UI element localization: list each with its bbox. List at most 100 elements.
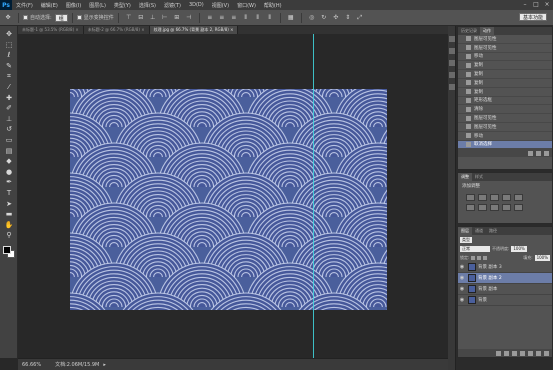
3d-rotate-icon[interactable]: ↻ bbox=[320, 14, 328, 22]
new-layer-icon[interactable] bbox=[536, 350, 541, 356]
align-middle-icon[interactable]: ⊟ bbox=[137, 14, 145, 22]
character-panel-icon[interactable] bbox=[449, 60, 455, 66]
auto-select-checkbox[interactable] bbox=[23, 15, 28, 20]
path-select-icon[interactable]: ➤ bbox=[4, 200, 14, 208]
layer-filter-dropdown[interactable]: 类型 bbox=[460, 236, 472, 243]
tab-actions[interactable]: 动作 bbox=[480, 27, 494, 35]
dodge-icon[interactable]: ● bbox=[4, 168, 14, 176]
eye-icon[interactable]: ◉ bbox=[458, 297, 466, 303]
maximize-button[interactable]: □ bbox=[532, 1, 540, 8]
vibrance-icon[interactable] bbox=[514, 194, 523, 201]
lock-position-icon[interactable] bbox=[477, 255, 482, 260]
lock-all-icon[interactable] bbox=[483, 255, 488, 260]
eraser-icon[interactable]: ▭ bbox=[4, 136, 14, 144]
show-transform-checkbox[interactable] bbox=[76, 15, 82, 20]
layer-row[interactable]: ◉ 背景 bbox=[458, 295, 552, 306]
layer-style-icon[interactable] bbox=[504, 350, 509, 356]
lock-pixels-icon[interactable] bbox=[471, 255, 476, 260]
brush-panel-icon[interactable] bbox=[449, 84, 455, 90]
document-info[interactable]: 文档:2.06M/15.9M bbox=[51, 361, 103, 368]
menu-item[interactable]: 滤镜(T) bbox=[160, 2, 185, 9]
menu-item[interactable]: 选择(S) bbox=[135, 2, 160, 9]
hue-saturation-icon[interactable] bbox=[466, 204, 475, 211]
tab-styles[interactable]: 样式 bbox=[472, 174, 486, 180]
link-layers-icon[interactable] bbox=[496, 350, 501, 356]
document-image[interactable] bbox=[70, 89, 387, 310]
zoom-level[interactable]: 66.66% bbox=[18, 362, 45, 368]
auto-align-icon[interactable]: ▦ bbox=[287, 14, 295, 22]
history-state[interactable]: 图层可见性 bbox=[458, 114, 552, 123]
tab-adjustments[interactable]: 调整 bbox=[458, 173, 472, 181]
snapshot-icon[interactable] bbox=[536, 150, 541, 156]
3d-scale-icon[interactable]: ⤢ bbox=[356, 14, 364, 22]
history-state[interactable]: 矩形选框 bbox=[458, 97, 552, 106]
history-state[interactable]: 取消选择 bbox=[458, 140, 552, 150]
workspace-dropdown[interactable]: 基本功能 bbox=[518, 13, 547, 21]
document-tab[interactable]: 未标题-1 @ 53.5% (RGB/8) × bbox=[18, 26, 84, 34]
blend-mode-dropdown[interactable]: 正常 bbox=[460, 245, 490, 252]
levels-icon[interactable] bbox=[478, 194, 487, 201]
layer-mask-icon[interactable] bbox=[512, 350, 517, 356]
tab-layers[interactable]: 图层 bbox=[458, 227, 472, 235]
clone-stamp-icon[interactable]: ⊥ bbox=[4, 115, 14, 123]
lasso-icon[interactable]: ℓ bbox=[4, 51, 14, 59]
photo-filter-icon[interactable] bbox=[502, 204, 511, 211]
history-state[interactable]: 图层可见性 bbox=[458, 123, 552, 132]
distribute-middle-icon[interactable]: ≡ bbox=[218, 14, 226, 22]
menu-item[interactable]: 窗口(W) bbox=[233, 2, 260, 9]
align-left-icon[interactable]: ⊢ bbox=[161, 14, 169, 22]
history-panel-icon[interactable] bbox=[449, 36, 455, 42]
eye-icon[interactable]: ◉ bbox=[458, 264, 466, 270]
brush-icon[interactable]: ✐ bbox=[4, 104, 14, 112]
history-state[interactable]: 清除 bbox=[458, 105, 552, 115]
history-state[interactable]: 移动 bbox=[458, 132, 552, 141]
layer-row[interactable]: ◉ 背景 副本 3 bbox=[458, 262, 552, 273]
opacity-input[interactable]: 100% bbox=[511, 245, 527, 252]
align-bottom-icon[interactable]: ⊥ bbox=[149, 14, 157, 22]
auto-select-dropdown[interactable]: 组 bbox=[54, 13, 68, 22]
3d-pan-icon[interactable]: ✣ bbox=[332, 14, 340, 22]
history-state[interactable]: 复制 bbox=[458, 79, 552, 88]
gradient-icon[interactable]: ▤ bbox=[4, 147, 14, 155]
menu-item[interactable]: 编辑(E) bbox=[37, 2, 62, 9]
3d-slide-icon[interactable]: ⇕ bbox=[344, 14, 352, 22]
channel-mixer-icon[interactable] bbox=[514, 204, 523, 211]
distribute-top-icon[interactable]: ≡ bbox=[206, 14, 214, 22]
tab-channels[interactable]: 通道 bbox=[472, 228, 486, 234]
history-state[interactable]: 复制 bbox=[458, 88, 552, 97]
shape-icon[interactable]: ▬ bbox=[4, 210, 14, 218]
tab-paths[interactable]: 路径 bbox=[486, 228, 500, 234]
distribute-right-icon[interactable]: ⦀ bbox=[266, 14, 274, 22]
align-center-icon[interactable]: ⊞ bbox=[173, 14, 181, 22]
status-arrow-icon[interactable]: ▸ bbox=[103, 362, 106, 368]
menu-item[interactable]: 图层(L) bbox=[85, 2, 110, 9]
marquee-icon[interactable]: ⬚ bbox=[4, 41, 14, 49]
new-group-icon[interactable] bbox=[528, 350, 533, 356]
type-icon[interactable]: T bbox=[4, 189, 14, 197]
properties-panel-icon[interactable] bbox=[449, 48, 455, 54]
hand-icon[interactable]: ✋ bbox=[4, 221, 14, 229]
history-state[interactable]: 图层可见性 bbox=[458, 35, 552, 44]
paragraph-panel-icon[interactable] bbox=[449, 72, 455, 78]
eye-icon[interactable]: ◉ bbox=[458, 275, 466, 281]
history-state[interactable]: 移动 bbox=[458, 53, 552, 62]
curves-icon[interactable] bbox=[490, 194, 499, 201]
brightness-contrast-icon[interactable] bbox=[466, 194, 475, 201]
healing-icon[interactable]: ✚ bbox=[4, 94, 14, 102]
menu-item[interactable]: 图像(I) bbox=[62, 2, 85, 9]
eyedropper-icon[interactable]: ⁄ bbox=[4, 83, 14, 91]
history-brush-icon[interactable]: ↺ bbox=[4, 125, 14, 133]
menu-item[interactable]: 视图(V) bbox=[208, 2, 233, 9]
color-balance-icon[interactable] bbox=[478, 204, 487, 211]
history-state[interactable]: 图层可见性 bbox=[458, 44, 552, 53]
adjustment-layer-icon[interactable] bbox=[520, 350, 525, 356]
menu-item[interactable]: 文件(F) bbox=[12, 2, 37, 9]
foreground-color-swatch[interactable] bbox=[3, 246, 11, 254]
fill-input[interactable]: 100% bbox=[534, 254, 550, 261]
move-icon[interactable]: ✥ bbox=[4, 30, 14, 38]
layer-row[interactable]: ◉ 背景 副本 bbox=[458, 284, 552, 295]
history-state[interactable]: 复制 bbox=[458, 70, 552, 79]
menu-item[interactable]: 3D(D) bbox=[185, 2, 208, 9]
blur-icon[interactable]: ◆ bbox=[4, 157, 14, 165]
tab-history[interactable]: 历史记录 bbox=[458, 28, 480, 34]
